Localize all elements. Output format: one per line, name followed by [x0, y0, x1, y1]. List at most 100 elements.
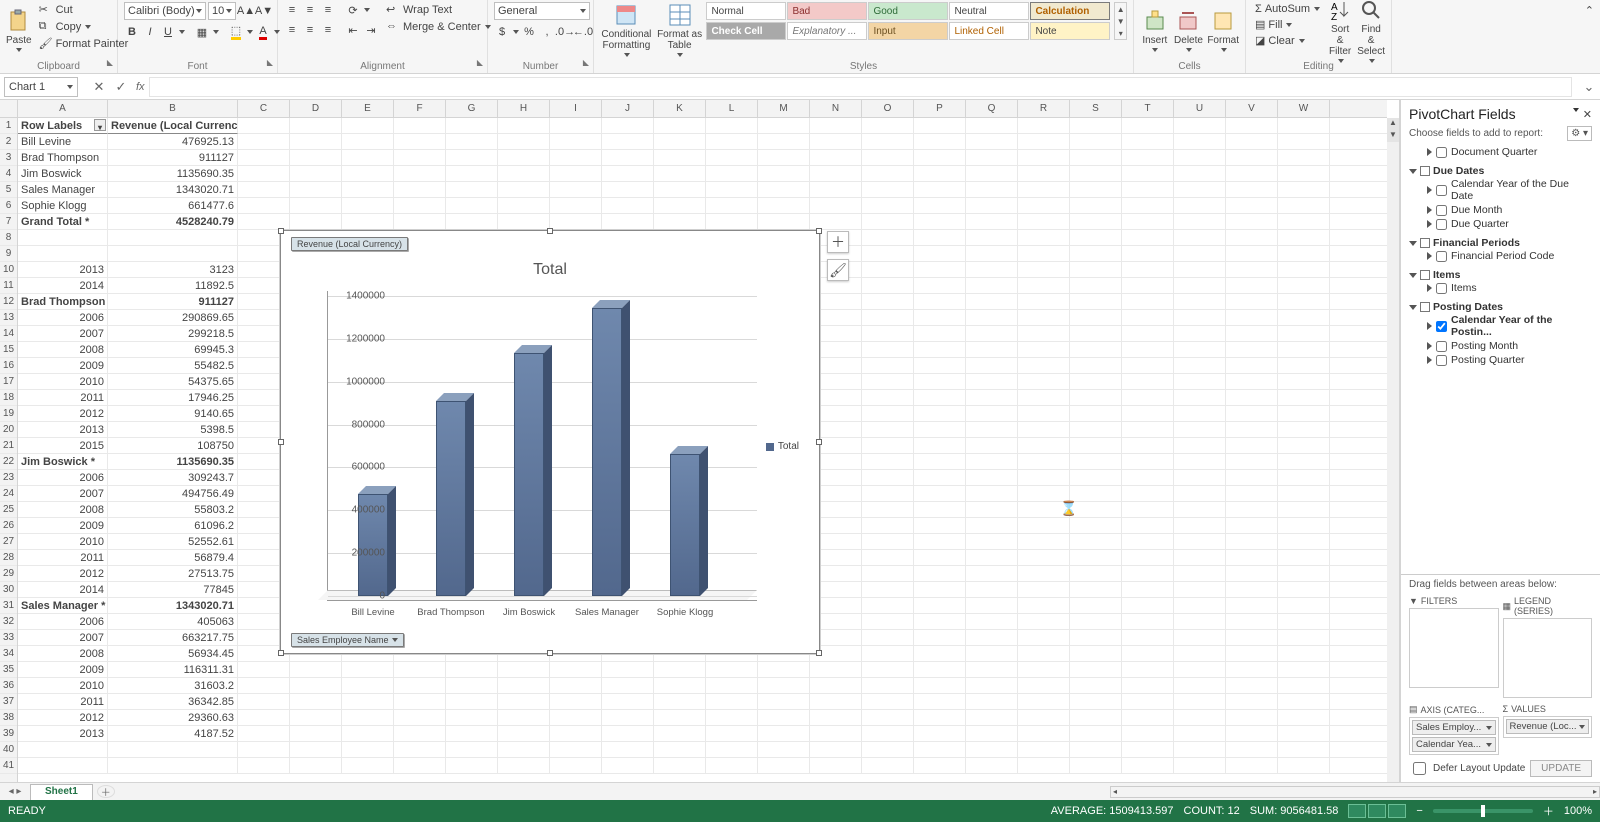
row-39[interactable]: 20134187.52 — [18, 726, 1387, 742]
area-legend[interactable] — [1503, 618, 1593, 698]
row-header-38[interactable]: 38 — [0, 710, 17, 726]
zoom-out-button[interactable]: − — [1416, 805, 1422, 817]
fill-button[interactable]: ▤Fill — [1252, 17, 1323, 32]
row-35[interactable]: 2009116311.31 — [18, 662, 1387, 678]
formula-input[interactable] — [149, 77, 1572, 97]
clear-button[interactable]: ◪Clear — [1252, 33, 1323, 48]
row-header-19[interactable]: 19 — [0, 406, 17, 422]
col-header-D[interactable]: D — [290, 100, 342, 117]
field-group-posting-dates[interactable]: Posting Dates — [1409, 301, 1592, 313]
shrink-font-button[interactable]: A▼ — [256, 3, 272, 19]
chart-styles-button[interactable]: 🖌 — [827, 259, 849, 281]
row-header-32[interactable]: 32 — [0, 614, 17, 630]
sort-filter-button[interactable]: AZSort & Filter — [1327, 2, 1353, 58]
field-group-due-dates[interactable]: Due Dates — [1409, 165, 1592, 177]
align-top-button[interactable]: ≡ — [284, 2, 300, 18]
area-tag[interactable]: Sales Employ... — [1412, 720, 1496, 735]
enter-formula-button[interactable]: ✓ — [110, 77, 132, 97]
dialog-launcher-icon[interactable]: ◣ — [267, 58, 273, 67]
row-header-5[interactable]: 5 — [0, 182, 17, 198]
col-header-Q[interactable]: Q — [966, 100, 1018, 117]
style-note[interactable]: Note — [1030, 22, 1110, 40]
row-header-2[interactable]: 2 — [0, 134, 17, 150]
col-header-H[interactable]: H — [498, 100, 550, 117]
styles-scroll[interactable]: ▲▼▾ — [1114, 2, 1127, 40]
paste-button[interactable]: Paste — [6, 2, 32, 58]
select-all-corner[interactable] — [0, 100, 18, 118]
sheet-tab-sheet1[interactable]: Sheet1 — [30, 784, 93, 800]
row-header-30[interactable]: 30 — [0, 582, 17, 598]
col-header-P[interactable]: P — [914, 100, 966, 117]
horizontal-scrollbar[interactable]: ◂▸ — [1110, 786, 1600, 798]
row-header-27[interactable]: 27 — [0, 534, 17, 550]
zoom-slider[interactable] — [1433, 809, 1533, 813]
font-size-select[interactable]: 10 — [208, 2, 236, 20]
row-header-31[interactable]: 31 — [0, 598, 17, 614]
style-calculation[interactable]: Calculation — [1030, 2, 1110, 20]
field-item[interactable]: Posting Month — [1427, 339, 1592, 353]
number-format-select[interactable]: General — [494, 2, 590, 20]
row-header-18[interactable]: 18 — [0, 390, 17, 406]
field-item[interactable]: Due Month — [1427, 203, 1592, 217]
zoom-in-button[interactable]: ＋ — [1543, 803, 1554, 819]
row-header-35[interactable]: 35 — [0, 662, 17, 678]
col-header-V[interactable]: V — [1226, 100, 1278, 117]
row-header-14[interactable]: 14 — [0, 326, 17, 342]
chart-plot-area[interactable]: Bill LevineBrad ThompsonJim BoswickSales… — [327, 291, 757, 601]
col-header-G[interactable]: G — [446, 100, 498, 117]
update-button[interactable]: UPDATE — [1530, 760, 1592, 777]
format-painter-button[interactable]: 🖌Format Painter — [36, 36, 132, 52]
view-buttons[interactable] — [1348, 804, 1406, 818]
field-item[interactable]: Calendar Year of the Due Date — [1427, 177, 1592, 203]
cancel-formula-button[interactable]: ✕ — [88, 77, 110, 97]
dialog-launcher-icon[interactable]: ◣ — [583, 58, 589, 67]
col-header-N[interactable]: N — [810, 100, 862, 117]
column-headers[interactable]: ABCDEFGHIJKLMNOPQRSTUVW — [18, 100, 1387, 118]
merge-center-button[interactable]: ⇔Merge & Center — [383, 19, 494, 35]
row-header-29[interactable]: 29 — [0, 566, 17, 582]
align-bottom-button[interactable]: ≡ — [320, 2, 336, 18]
delete-button[interactable]: Delete — [1174, 2, 1204, 58]
row-header-10[interactable]: 10 — [0, 262, 17, 278]
col-header-I[interactable]: I — [550, 100, 602, 117]
row-2[interactable]: Bill Levine476925.13 — [18, 134, 1387, 150]
row-header-20[interactable]: 20 — [0, 422, 17, 438]
field-group-financial-periods[interactable]: Financial Periods — [1409, 237, 1592, 249]
dialog-launcher-icon[interactable]: ◣ — [477, 58, 483, 67]
style-normal[interactable]: Normal — [706, 2, 786, 20]
col-header-E[interactable]: E — [342, 100, 394, 117]
row-header-33[interactable]: 33 — [0, 630, 17, 646]
row-38[interactable]: 201229360.63 — [18, 710, 1387, 726]
row-37[interactable]: 201136342.85 — [18, 694, 1387, 710]
grow-font-button[interactable]: A▲ — [238, 3, 254, 19]
conditional-formatting-button[interactable]: Conditional Formatting — [600, 2, 653, 58]
fieldpane-gear-button[interactable]: ⚙ ▾ — [1567, 126, 1592, 141]
font-color-button[interactable]: A — [255, 24, 271, 40]
field-item[interactable]: Document Quarter — [1427, 145, 1592, 159]
col-header-T[interactable]: T — [1122, 100, 1174, 117]
area-values[interactable]: Revenue (Loc... — [1503, 716, 1593, 738]
autosum-button[interactable]: ΣAutoSum — [1252, 2, 1323, 16]
row-header-4[interactable]: 4 — [0, 166, 17, 182]
style-explanatory-[interactable]: Explanatory ... — [787, 22, 867, 40]
col-header-R[interactable]: R — [1018, 100, 1070, 117]
style-neutral[interactable]: Neutral — [949, 2, 1029, 20]
field-item[interactable]: Financial Period Code — [1427, 249, 1592, 263]
copy-button[interactable]: ⧉Copy — [36, 19, 132, 35]
col-header-S[interactable]: S — [1070, 100, 1122, 117]
chart-elements-button[interactable]: ＋ — [827, 231, 849, 253]
style-check-cell[interactable]: Check Cell — [706, 22, 786, 40]
format-button[interactable]: Format — [1207, 2, 1239, 58]
chart-title[interactable]: Total — [281, 261, 819, 279]
row-7[interactable]: Grand Total *4528240.79 — [18, 214, 1387, 230]
row-1[interactable]: Row Labels▾Revenue (Local Currency) — [18, 118, 1387, 134]
fill-color-button[interactable]: ⬚ — [228, 24, 244, 40]
indent-inc-button[interactable]: ⇥ — [363, 22, 379, 38]
row-headers[interactable]: 1234567891011121314151617181920212223242… — [0, 118, 18, 782]
col-header-C[interactable]: C — [238, 100, 290, 117]
field-list[interactable]: Document Quarter Due DatesCalendar Year o… — [1401, 141, 1600, 574]
field-item[interactable]: Due Quarter — [1427, 217, 1592, 231]
row-header-7[interactable]: 7 — [0, 214, 17, 230]
col-header-J[interactable]: J — [602, 100, 654, 117]
area-tag[interactable]: Revenue (Loc... — [1506, 719, 1590, 734]
